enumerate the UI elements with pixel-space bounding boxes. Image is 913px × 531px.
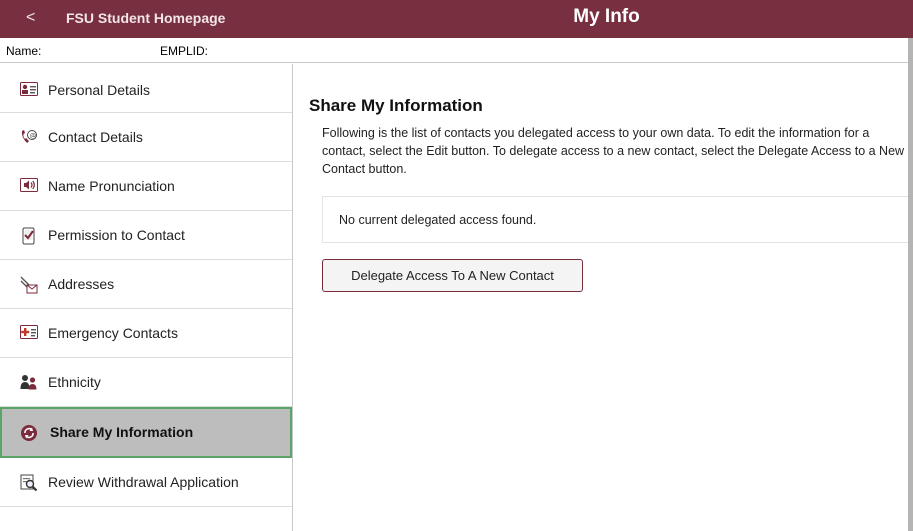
empty-message: No current delegated access found.: [339, 213, 537, 227]
medical-cross-icon: [20, 325, 38, 341]
sidebar-item-review-withdrawal-application[interactable]: Review Withdrawal Application: [0, 458, 292, 507]
svg-text:@: @: [30, 131, 37, 139]
sidebar-item-label: Addresses: [48, 276, 115, 292]
delegate-access-button[interactable]: Delegate Access To A New Contact: [322, 259, 583, 292]
share-arrows-icon: [20, 424, 38, 441]
sidebar-item-share-my-information[interactable]: Share My Information: [0, 407, 292, 458]
speaker-icon: [20, 178, 38, 194]
sidebar: Personal Details @ Contact Details Name …: [0, 64, 293, 531]
sidebar-item-label: Ethnicity: [48, 374, 101, 390]
magnifier-document-icon: [20, 474, 38, 492]
id-card-icon: [20, 82, 38, 98]
sidebar-item-label: Review Withdrawal Application: [48, 474, 239, 490]
sidebar-item-personal-details[interactable]: Personal Details: [0, 64, 292, 113]
phone-check-icon: [20, 227, 38, 245]
app-window: < FSU Student Homepage My Info Name: EMP…: [0, 0, 913, 531]
delegated-access-list: No current delegated access found.: [322, 196, 913, 243]
sidebar-item-permission-to-contact[interactable]: Permission to Contact: [0, 211, 292, 260]
sidebar-item-label: Name Pronunciation: [48, 178, 175, 194]
sidebar-item-ethnicity[interactable]: Ethnicity: [0, 358, 292, 407]
instructions-text: Following is the list of contacts you de…: [322, 126, 905, 176]
phone-email-icon: @: [20, 129, 38, 145]
address-envelope-icon: [20, 276, 38, 294]
page-title: My Info: [573, 6, 640, 27]
sidebar-item-emergency-contacts[interactable]: Emergency Contacts: [0, 309, 292, 358]
sidebar-item-name-pronunciation[interactable]: Name Pronunciation: [0, 162, 292, 211]
sidebar-item-label: Permission to Contact: [48, 227, 185, 243]
sidebar-item-addresses[interactable]: Addresses: [0, 260, 292, 309]
main-content: Share My Information Following is the li…: [294, 64, 913, 531]
sidebar-item-label: Emergency Contacts: [48, 325, 178, 341]
sidebar-item-contact-details[interactable]: @ Contact Details: [0, 113, 292, 162]
section-title: Share My Information: [309, 96, 483, 115]
banner: < FSU Student Homepage My Info: [0, 0, 913, 38]
sidebar-item-label: Share My Information: [50, 424, 194, 440]
name-label: Name:: [6, 44, 42, 58]
sidebar-item-label: Personal Details: [48, 82, 150, 98]
window-edge: [908, 38, 913, 531]
emplid-label: EMPLID:: [160, 44, 209, 58]
name-bar: Name: EMPLID:: [0, 38, 913, 63]
sidebar-item-label: Contact Details: [48, 129, 143, 145]
people-icon: [20, 374, 38, 390]
